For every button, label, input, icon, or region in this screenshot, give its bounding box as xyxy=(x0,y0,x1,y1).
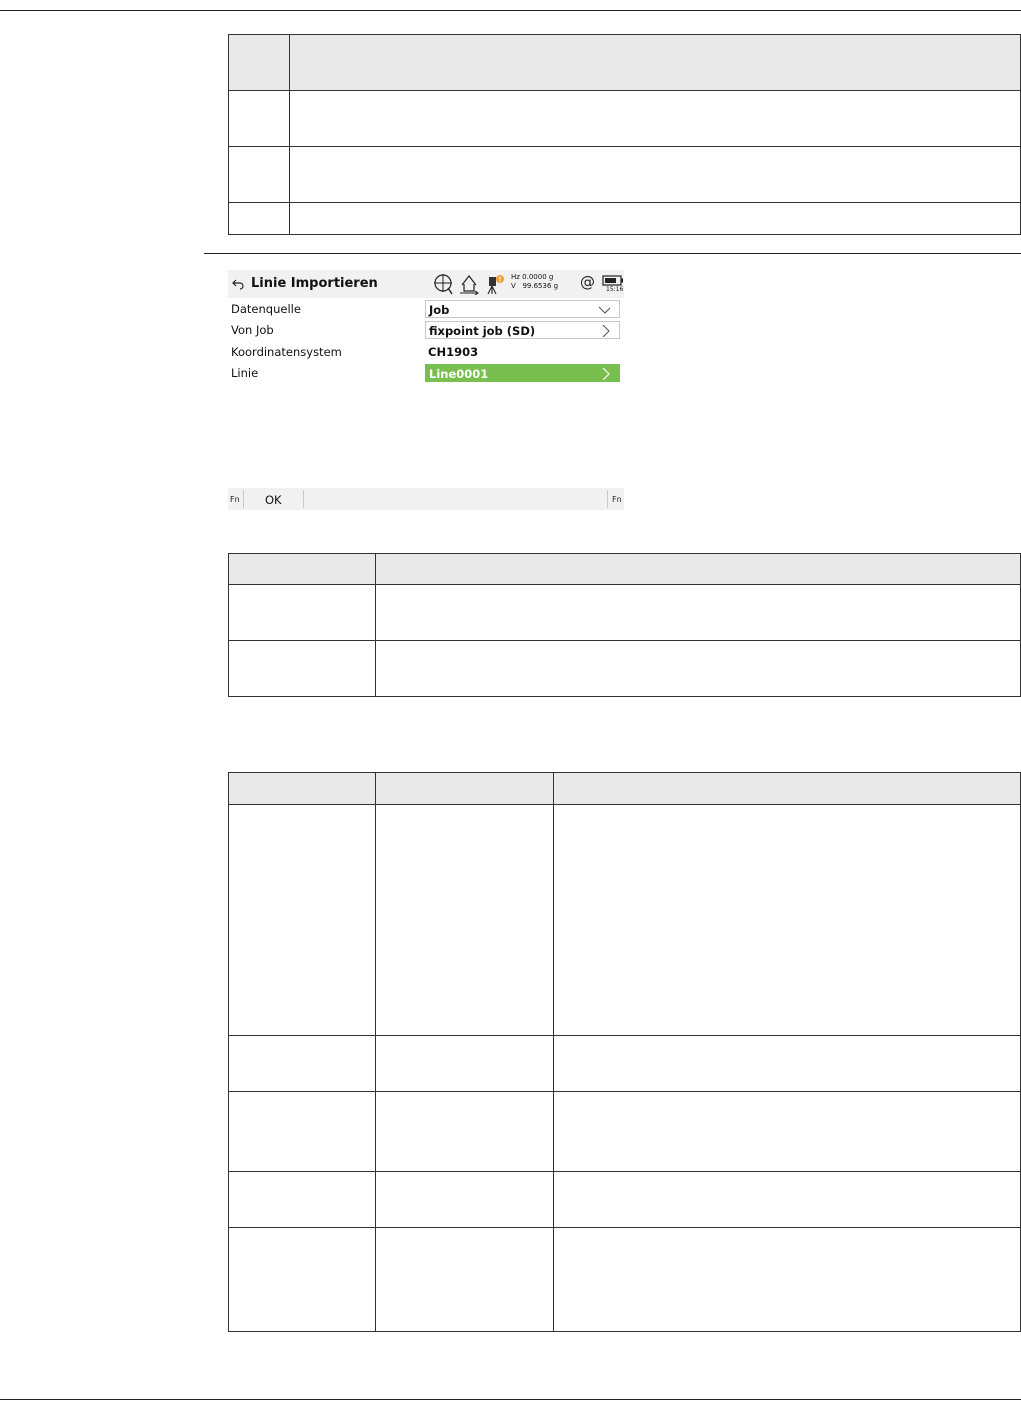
table-cell xyxy=(553,1091,1021,1172)
table-cell xyxy=(553,1227,1021,1332)
table-cell xyxy=(553,1171,1021,1228)
table-row xyxy=(228,1091,1021,1172)
table-cell xyxy=(289,202,1021,235)
fn-left-button[interactable]: Fn xyxy=(230,495,240,504)
field-value: CH1903 xyxy=(428,345,479,359)
field-row-linie: Linie Line0001 xyxy=(228,363,624,383)
table-header-cell xyxy=(228,34,290,91)
table-cell xyxy=(228,202,290,235)
title-bar: Linie Importieren Hz 0.0000 g V 99.6536 … xyxy=(228,270,624,298)
table-cell xyxy=(375,1091,554,1172)
table-cell xyxy=(228,146,290,203)
angle-readout: Hz 0.0000 g V 99.6536 g xyxy=(511,273,558,291)
table-row xyxy=(228,1227,1021,1332)
field-row-datenquelle: Datenquelle Job xyxy=(228,299,624,319)
divider xyxy=(243,490,244,508)
top-rule xyxy=(0,10,1021,11)
table-cell xyxy=(553,804,1021,1036)
table-header-cell xyxy=(375,553,1021,585)
von-job-selector[interactable]: fixpoint job (SD) xyxy=(425,321,620,339)
table-cell xyxy=(228,90,290,147)
device-screen: Linie Importieren Hz 0.0000 g V 99.6536 … xyxy=(228,270,624,512)
divider xyxy=(607,490,608,508)
divider xyxy=(303,490,304,508)
table-header-cell xyxy=(289,34,1021,91)
chevron-right-icon xyxy=(602,325,610,337)
linie-selector[interactable]: Line0001 xyxy=(425,364,620,382)
table-row xyxy=(228,804,1021,1036)
table-cell xyxy=(228,1227,376,1332)
table-header-cell xyxy=(553,772,1021,805)
table-cell xyxy=(228,584,376,641)
section-rule xyxy=(204,253,1021,254)
table-cell xyxy=(228,1035,376,1092)
table-row xyxy=(228,1035,1021,1092)
field-row-koordinatensystem: Koordinatensystem CH1903 xyxy=(228,342,624,362)
field-label: Koordinatensystem xyxy=(231,345,342,359)
fn-right-button[interactable]: Fn xyxy=(612,495,622,504)
field-description-table xyxy=(228,772,1021,1332)
table-row xyxy=(228,584,1021,641)
back-arrow-icon[interactable] xyxy=(232,278,244,290)
table-row xyxy=(228,202,1021,235)
home-arrow-icon xyxy=(460,275,479,295)
table-cell xyxy=(375,640,1021,697)
table-row xyxy=(228,1171,1021,1228)
datenquelle-dropdown[interactable]: Job xyxy=(425,300,620,318)
key-table xyxy=(228,34,1021,235)
field-row-von-job: Von Job fixpoint job (SD) xyxy=(228,320,624,340)
softkey-bar: Fn OK Fn xyxy=(228,488,624,510)
table-cell xyxy=(228,640,376,697)
table-cell xyxy=(553,1035,1021,1092)
chevron-down-icon xyxy=(598,306,610,314)
table-cell xyxy=(375,584,1021,641)
field-value: fixpoint job (SD) xyxy=(429,324,536,338)
field-value: Line0001 xyxy=(429,367,489,381)
table-cell xyxy=(375,1035,554,1092)
table-header-cell xyxy=(228,553,376,585)
hz-readout: Hz 0.0000 g xyxy=(511,273,554,281)
table-header-row xyxy=(228,553,1021,585)
field-label: Datenquelle xyxy=(231,302,301,316)
koordinatensystem-value: CH1903 xyxy=(425,343,620,361)
table-header-cell xyxy=(228,772,376,805)
field-value: Job xyxy=(429,303,450,317)
clock-time: 15:16 xyxy=(606,286,624,293)
table-header-cell xyxy=(375,772,554,805)
table-cell xyxy=(228,804,376,1036)
v-readout: V 99.6536 g xyxy=(511,282,559,290)
screen-title: Linie Importieren xyxy=(251,276,378,291)
field-label: Von Job xyxy=(231,323,274,337)
softkey-table xyxy=(228,553,1021,697)
chevron-right-icon xyxy=(602,368,610,380)
table-header-row xyxy=(228,34,1021,91)
field-label: Linie xyxy=(231,366,259,380)
table-cell xyxy=(289,146,1021,203)
table-cell xyxy=(375,1227,554,1332)
table-cell xyxy=(375,1171,554,1228)
table-cell xyxy=(228,1171,376,1228)
instrument-warning-icon xyxy=(487,275,504,295)
table-cell xyxy=(228,1091,376,1172)
table-cell xyxy=(289,90,1021,147)
table-header-row xyxy=(228,772,1021,805)
target-icon xyxy=(434,274,453,295)
bottom-rule xyxy=(0,1399,1021,1400)
table-row xyxy=(228,90,1021,147)
table-row xyxy=(228,640,1021,697)
ok-button[interactable]: OK xyxy=(265,493,282,507)
at-icon: @ xyxy=(580,273,595,291)
table-cell xyxy=(375,804,554,1036)
table-row xyxy=(228,146,1021,203)
